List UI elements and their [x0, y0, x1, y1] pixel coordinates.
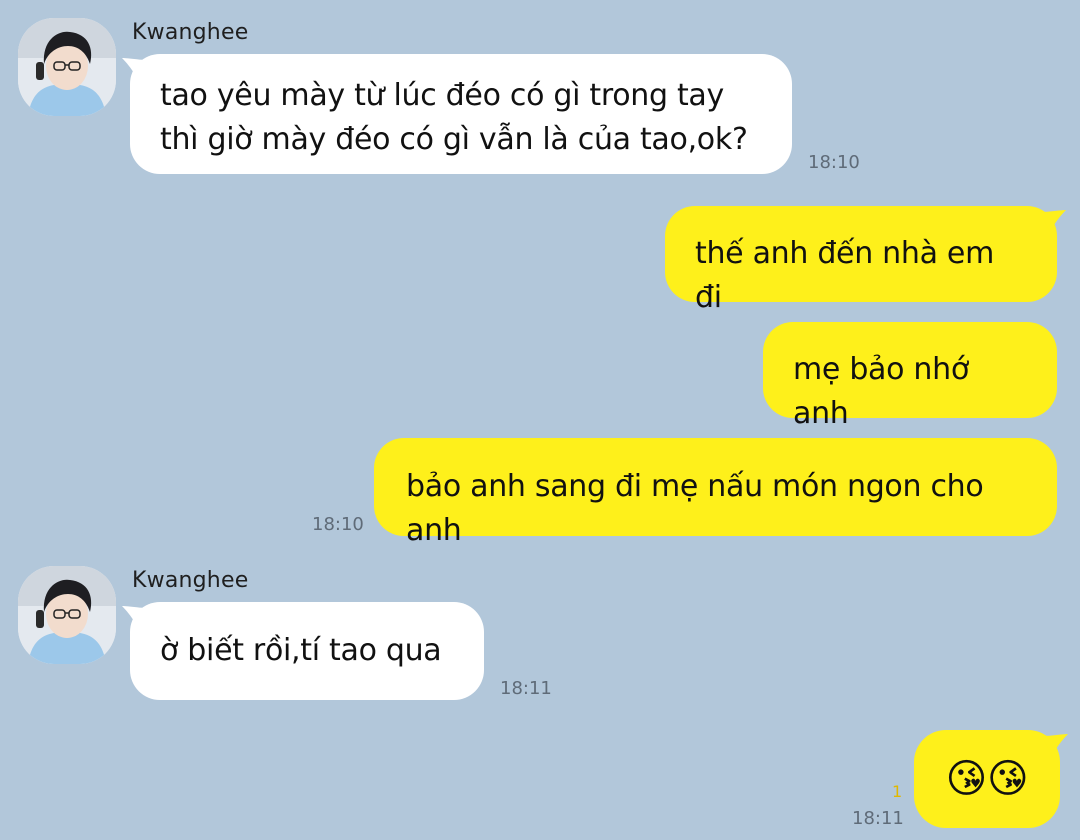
message-text: mẹ bảo nhớ anh [793, 352, 969, 431]
message-bubble[interactable]: thế anh đến nhà em đi [665, 206, 1057, 315]
unread-count: 1 [892, 782, 903, 801]
message-bubble[interactable]: 😘😘 [914, 730, 1060, 828]
sender-name: Kwanghee [132, 568, 249, 593]
timestamp: 18:11 [852, 808, 904, 829]
message-text: bảo anh sang đi mẹ nấu món ngon cho anh [406, 469, 984, 548]
avatar[interactable] [18, 18, 116, 116]
message-text: ờ biết rồi,tí tao qua [160, 633, 442, 668]
message-bubble[interactable]: mẹ bảo nhớ anh [763, 322, 1057, 431]
timestamp: 18:10 [312, 514, 364, 535]
message-text-line: tao yêu mày từ lúc đéo có gì trong tay [160, 78, 724, 113]
profile-photo-icon [18, 18, 116, 116]
message-bubble[interactable]: tao yêu mày từ lúc đéo có gì trong tay t… [130, 54, 792, 174]
avatar[interactable] [18, 566, 116, 664]
bubble-tail [1040, 210, 1066, 232]
chat-view: Kwanghee tao yêu mày từ lúc đéo có gì tr… [0, 0, 1080, 840]
timestamp: 18:10 [808, 152, 860, 173]
message-text: thế anh đến nhà em đi [695, 236, 994, 315]
profile-photo-icon [18, 566, 116, 664]
bubble-tail [1042, 734, 1068, 756]
kissing-face-with-heart-icon: 😘😘 [945, 756, 1029, 802]
timestamp: 18:11 [500, 678, 552, 699]
message-bubble[interactable]: bảo anh sang đi mẹ nấu món ngon cho anh [374, 438, 1057, 548]
message-text-line: thì giờ mày đéo có gì vẫn là của tao,ok? [160, 122, 748, 157]
sender-name: Kwanghee [132, 20, 249, 45]
message-bubble[interactable]: ờ biết rồi,tí tao qua [130, 602, 484, 700]
